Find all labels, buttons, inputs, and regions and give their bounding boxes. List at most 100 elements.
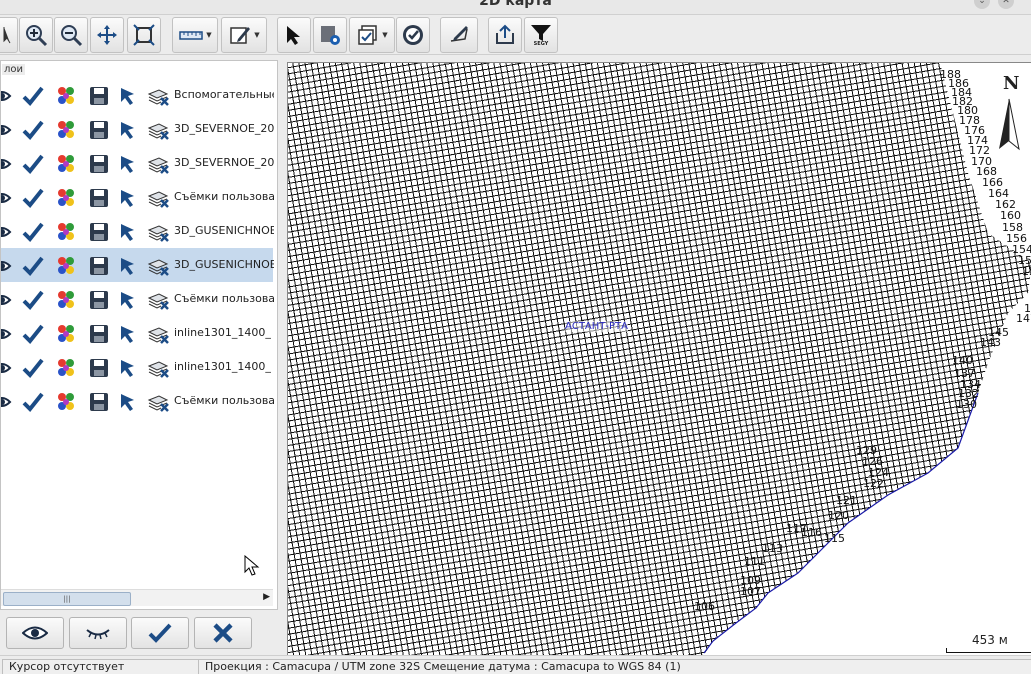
remove-layer-icon[interactable] [147,221,169,243]
layer-row[interactable]: 3D_GUSENICHNOE [1,214,274,248]
layers-legend: лои [2,64,26,75]
visibility-eye-icon[interactable] [1,323,18,345]
select-layer-icon[interactable] [117,357,139,379]
save-layer-icon[interactable] [88,357,110,379]
select-layer-icon[interactable] [117,221,139,243]
layer-row[interactable]: inline1301_1400_ [1,350,273,384]
visibility-eye-icon[interactable] [1,85,18,107]
remove-layer-icon[interactable] [147,153,169,175]
export-button[interactable] [488,17,522,53]
zoom-extent-button[interactable] [127,17,161,53]
zoom-out-button[interactable] [54,17,88,53]
select-layer-icon[interactable] [117,391,139,413]
save-layer-icon[interactable] [88,85,110,107]
remove-layer-icon[interactable] [147,357,169,379]
hide-all-icon [86,629,110,640]
select-layer-icon[interactable] [117,187,139,209]
zoom-in-button[interactable] [19,17,53,53]
layer-row[interactable]: Съёмки пользователя [1,180,274,214]
layer-settings-button[interactable] [313,17,347,53]
layer-row[interactable]: 3D_GUSENICHNOE [1,248,274,282]
color-palette-icon[interactable] [55,255,77,277]
layer-row[interactable]: Съёмки пользователя [1,384,274,418]
remove-layer-icon[interactable] [147,255,169,277]
select-layer-icon[interactable] [117,289,139,311]
save-layer-icon[interactable] [88,153,110,175]
map-canvas[interactable]: АСТАНТ-РТА 188 186 184 182 180 178 176 174 172 17… [287,62,1031,656]
visible-check-icon[interactable] [22,221,44,243]
save-layer-icon[interactable] [88,289,110,311]
select-layer-icon[interactable] [117,119,139,141]
visibility-eye-icon[interactable] [1,391,18,413]
remove-layer-icon[interactable] [147,187,169,209]
scroll-right-arrow-icon[interactable]: ▶ [263,592,270,602]
select-layer-icon[interactable] [117,255,139,277]
pan-button[interactable] [90,17,124,53]
ruler-button[interactable]: ▼ [172,17,218,53]
layer-row[interactable]: inline1301_1400_ [1,316,273,350]
visible-check-icon[interactable] [22,255,44,277]
color-palette-icon[interactable] [55,153,77,175]
save-layer-icon[interactable] [88,119,110,141]
save-layer-icon[interactable] [88,187,110,209]
uncheck-all-button[interactable] [194,617,252,649]
edit-button[interactable]: ▼ [221,17,267,53]
hide-all-button[interactable] [69,617,127,649]
layer-row[interactable]: Вспомогательные [1,78,274,112]
scroll-thumb[interactable]: ||| [3,592,131,606]
color-palette-icon[interactable] [55,391,77,413]
visibility-eye-icon[interactable] [1,119,18,141]
save-layer-icon[interactable] [88,221,110,243]
color-palette-icon[interactable] [55,119,77,141]
color-palette-icon[interactable] [55,187,77,209]
draw-polygon-button[interactable] [440,17,478,53]
visible-check-icon[interactable] [22,289,44,311]
select-layer-icon[interactable] [117,153,139,175]
visible-check-icon[interactable] [22,119,44,141]
grid-line-label: 122 [863,477,884,490]
visible-check-icon[interactable] [22,85,44,107]
select-layer-icon[interactable] [117,323,139,345]
visibility-eye-icon[interactable] [1,255,18,277]
visible-check-icon[interactable] [22,357,44,379]
layer-row[interactable]: Съёмки пользователя [1,282,274,316]
selection-box-button[interactable]: ▼ [349,17,395,53]
save-layer-icon[interactable] [88,323,110,345]
visibility-eye-icon[interactable] [1,289,18,311]
check-all-icon [148,623,172,643]
color-palette-icon[interactable] [55,85,77,107]
color-palette-icon[interactable] [55,221,77,243]
color-palette-icon[interactable] [55,323,77,345]
draw-polygon-icon [450,26,468,42]
check-all-button[interactable] [131,617,189,649]
grid-line-label: 130 [956,398,977,411]
remove-layer-icon[interactable] [147,323,169,345]
visibility-eye-icon[interactable] [1,221,18,243]
pointer-button[interactable] [277,17,311,53]
grid-line-label: 107 [740,585,761,598]
show-all-button[interactable] [6,617,64,649]
layer-row[interactable]: 3D_SEVERNOE_2014 [1,112,274,146]
visible-check-icon[interactable] [22,391,44,413]
visible-check-icon[interactable] [22,153,44,175]
remove-layer-icon[interactable] [147,119,169,141]
remove-layer-icon[interactable] [147,85,169,107]
select-arrow-button[interactable] [0,17,18,53]
save-layer-icon[interactable] [88,255,110,277]
save-layer-icon[interactable] [88,391,110,413]
validate-button[interactable] [396,17,430,53]
remove-layer-icon[interactable] [147,391,169,413]
color-palette-icon[interactable] [55,289,77,311]
layer-row[interactable]: 3D_SEVERNOE_2014 [1,146,274,180]
select-layer-icon[interactable] [117,85,139,107]
visible-check-icon[interactable] [22,323,44,345]
color-palette-icon[interactable] [55,357,77,379]
remove-layer-icon[interactable] [147,289,169,311]
horizontal-scrollbar[interactable]: ||| ▶ [1,589,273,606]
layer-label: Съёмки пользователя [174,190,274,203]
visibility-eye-icon[interactable] [1,187,18,209]
segy-filter-button[interactable]: SEGY [524,17,558,53]
visibility-eye-icon[interactable] [1,357,18,379]
visible-check-icon[interactable] [22,187,44,209]
visibility-eye-icon[interactable] [1,153,18,175]
